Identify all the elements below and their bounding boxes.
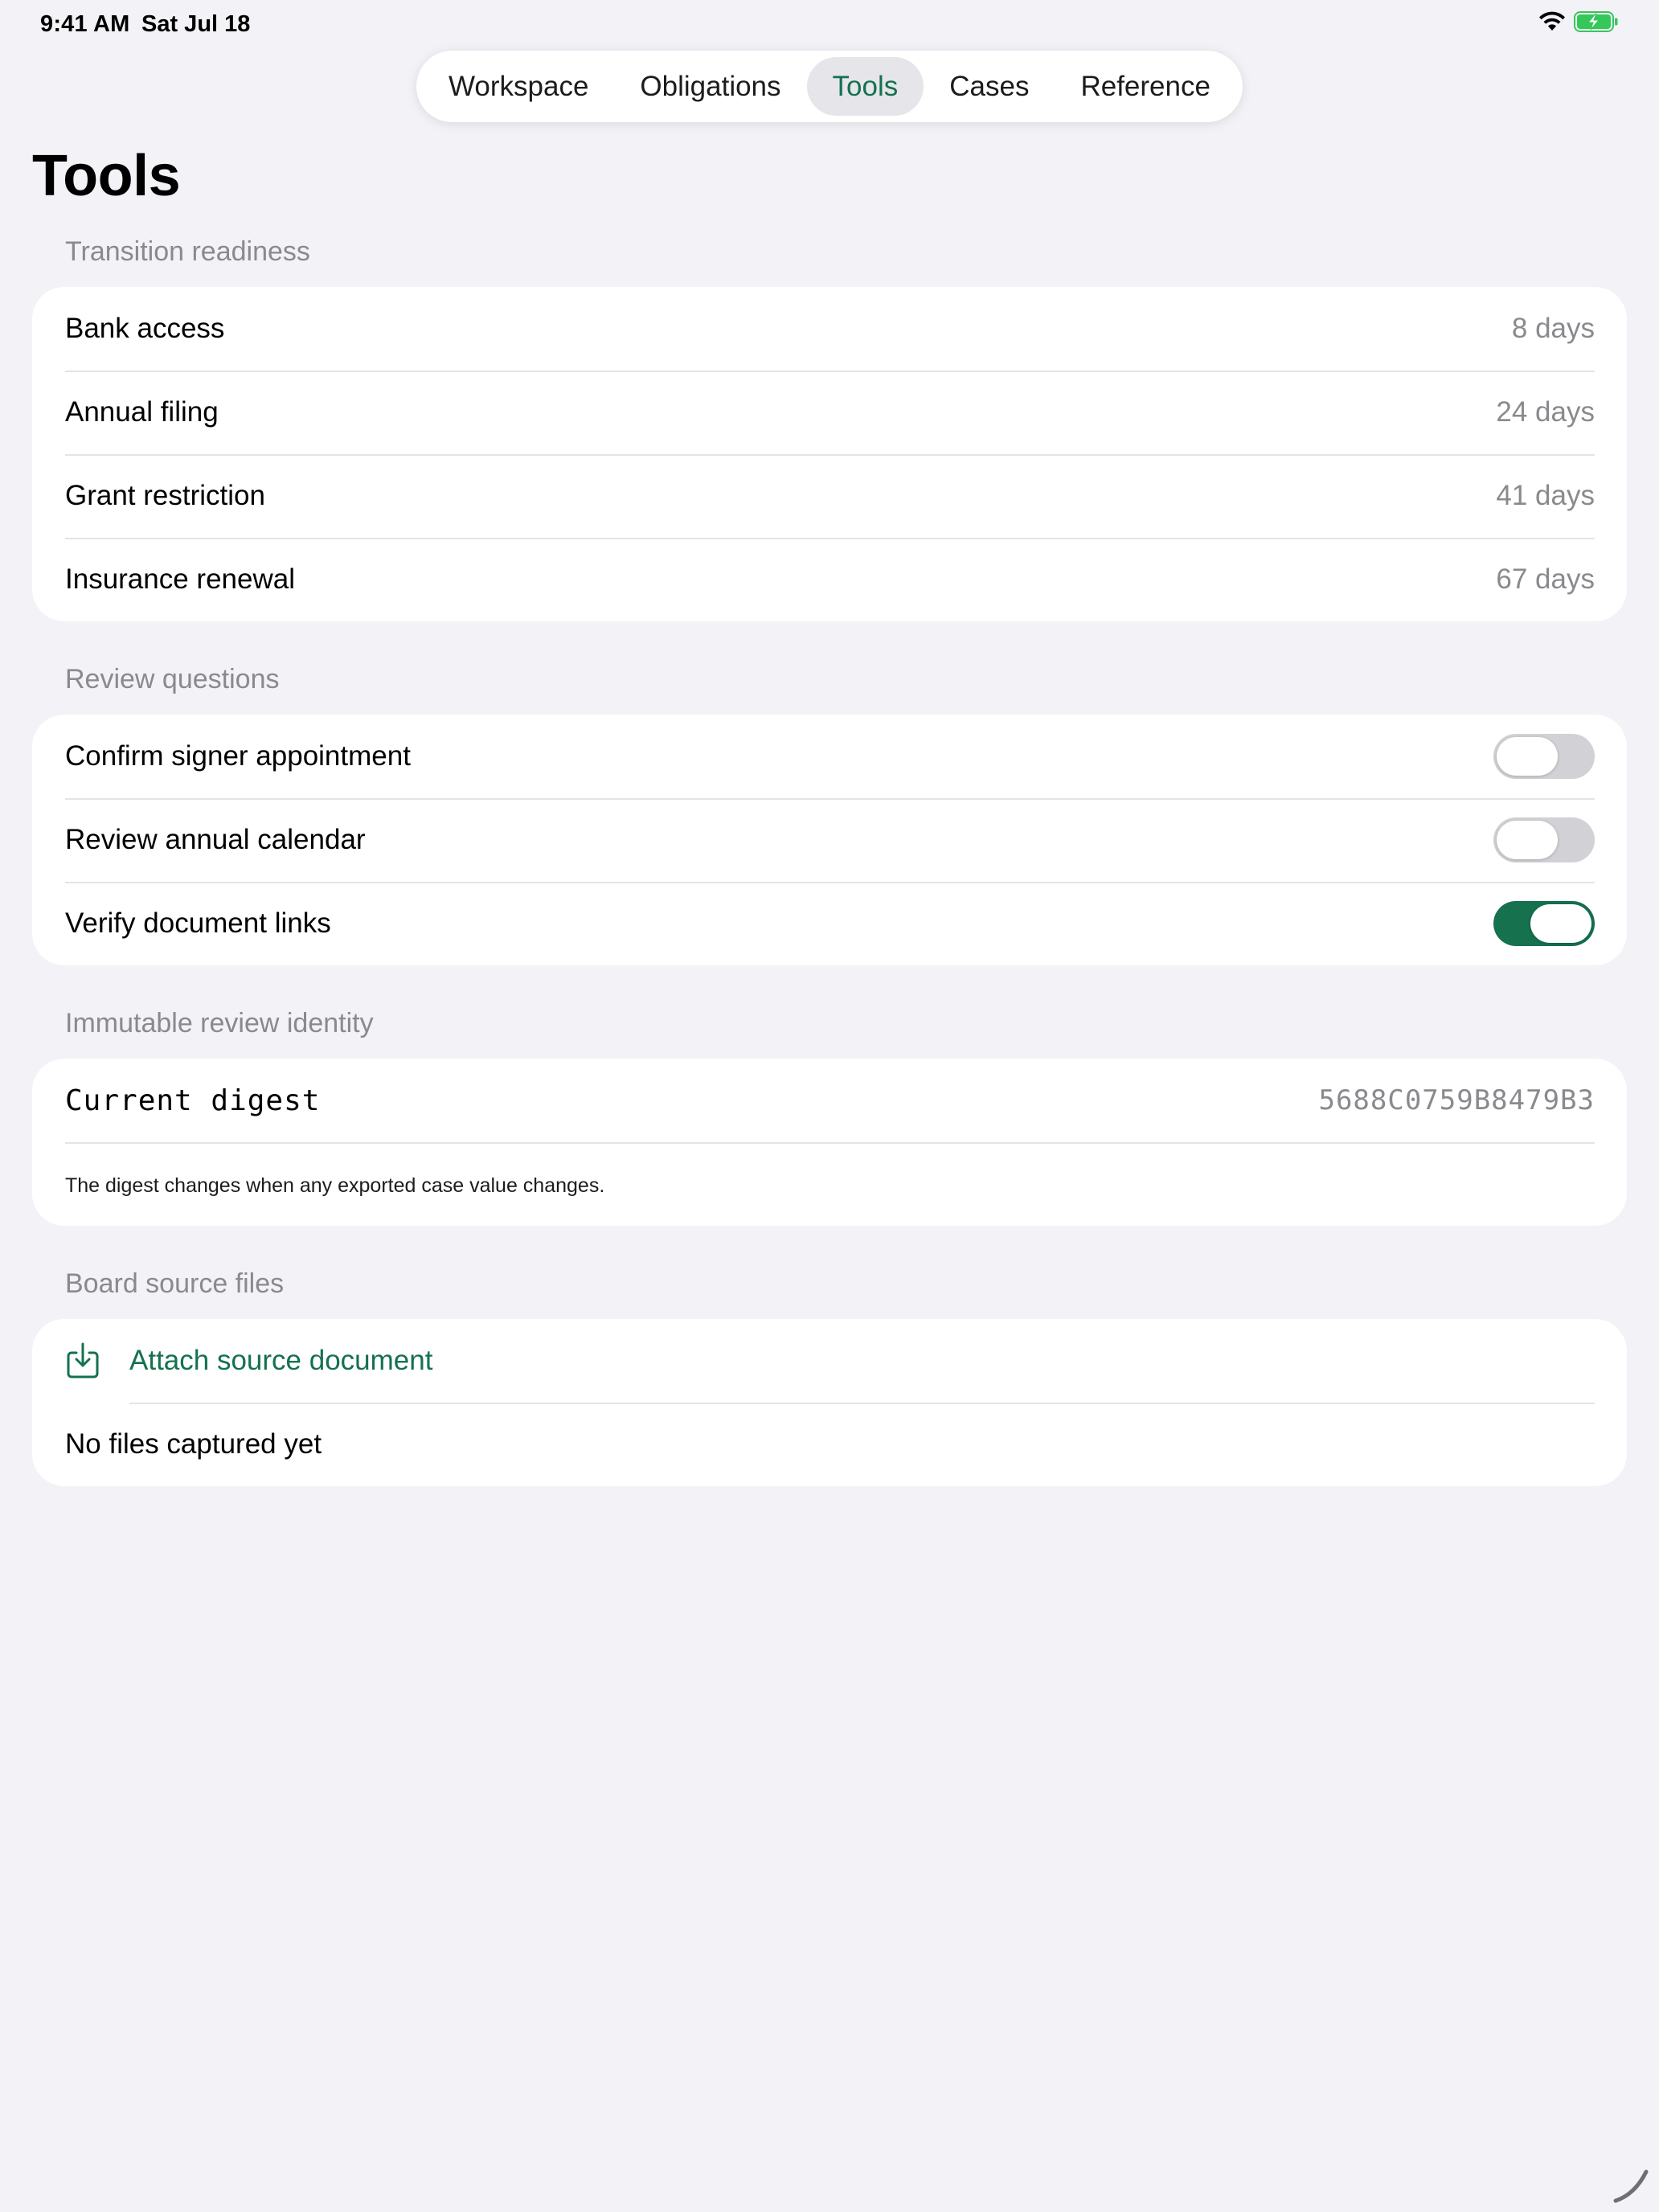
list-item[interactable]: Grant restriction 41 days (32, 454, 1627, 538)
toggle-knob (1497, 821, 1558, 859)
section-header-review-questions: Review questions (65, 664, 280, 694)
row-label: Annual filing (65, 396, 219, 428)
scribble-indicator-icon (1613, 2169, 1649, 2203)
row-label: Insurance renewal (65, 563, 295, 595)
attach-label: Attach source document (129, 1345, 433, 1376)
tab-cases[interactable]: Cases (924, 57, 1055, 116)
list-item[interactable]: Insurance renewal 67 days (32, 538, 1627, 621)
tab-obligations[interactable]: Obligations (614, 57, 806, 116)
list-item[interactable]: Annual filing 24 days (32, 371, 1627, 454)
status-bar: 9:41 AM Sat Jul 18 (0, 0, 1659, 51)
row-label: Grant restriction (65, 480, 265, 511)
status-date: Sat Jul 18 (141, 11, 251, 37)
digest-value: 5688C0759B8479B3 (1318, 1084, 1595, 1116)
source-files-card: Attach source document No files captured… (32, 1319, 1627, 1486)
attach-source-document-button[interactable]: Attach source document (32, 1319, 1627, 1403)
transition-readiness-card: Bank access 8 days Annual filing 24 days… (32, 287, 1627, 621)
row-value: 24 days (1496, 396, 1595, 428)
battery-charging-icon (1574, 11, 1618, 32)
row-label: Review annual calendar (65, 824, 366, 855)
list-item: Confirm signer appointment (32, 715, 1627, 798)
toggle-confirm-signer-appointment[interactable] (1493, 734, 1595, 779)
row-value: 67 days (1496, 563, 1595, 595)
status-time: 9:41 AM (40, 11, 130, 37)
toggle-review-annual-calendar[interactable] (1493, 817, 1595, 862)
wifi-icon (1539, 11, 1565, 31)
page-title: Tools (32, 144, 181, 208)
section-header-transition-readiness: Transition readiness (65, 236, 310, 267)
row-value: 41 days (1496, 480, 1595, 511)
row-label: Confirm signer appointment (65, 740, 411, 772)
toggle-knob (1497, 737, 1558, 776)
tab-tools[interactable]: Tools (806, 57, 924, 116)
empty-state: No files captured yet (32, 1403, 1627, 1486)
section-header-review-identity: Immutable review identity (65, 1008, 374, 1038)
download-tray-icon (67, 1342, 99, 1378)
review-questions-card: Confirm signer appointment Review annual… (32, 715, 1627, 965)
row-value: 8 days (1511, 313, 1595, 344)
toggle-verify-document-links[interactable] (1493, 901, 1595, 946)
review-identity-card: Current digest 5688C0759B8479B3 The dige… (32, 1059, 1627, 1226)
digest-label: Current digest (65, 1083, 321, 1117)
digest-row: Current digest 5688C0759B8479B3 (32, 1059, 1627, 1142)
list-item: Review annual calendar (32, 798, 1627, 882)
tab-workspace[interactable]: Workspace (423, 57, 614, 116)
toggle-knob (1530, 904, 1591, 943)
list-item: Verify document links (32, 882, 1627, 965)
status-icons (1538, 11, 1619, 32)
row-label: Verify document links (65, 907, 331, 939)
empty-label: No files captured yet (65, 1428, 322, 1460)
section-header-source-files: Board source files (65, 1268, 285, 1299)
tab-bar: Workspace Obligations Tools Cases Refere… (416, 51, 1243, 122)
tab-reference[interactable]: Reference (1055, 57, 1235, 116)
list-item[interactable]: Bank access 8 days (32, 287, 1627, 371)
digest-footnote: The digest changes when any exported cas… (32, 1142, 1627, 1226)
row-label: Bank access (65, 313, 225, 344)
